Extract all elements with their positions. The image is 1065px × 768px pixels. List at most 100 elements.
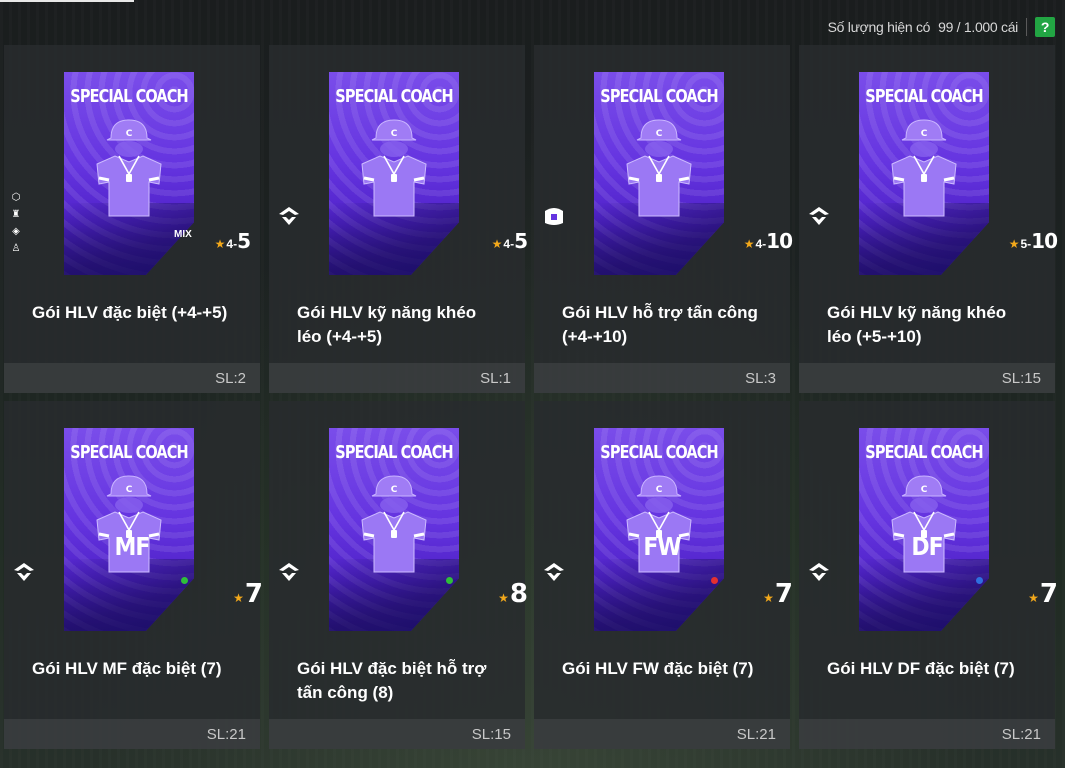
divider bbox=[1026, 18, 1027, 36]
coach-pack-item[interactable]: SPECIAL COACH C MF ★ 7 Gói HLV MF đặc bi… bbox=[4, 401, 263, 749]
pack-quantity: SL:2 bbox=[4, 363, 260, 393]
coach-pack-item[interactable]: SPECIAL COACH C ★ 4 - 10 Gói HLV hỗ trợ … bbox=[534, 45, 793, 393]
pack-name: Gói HLV MF đặc biệt (7) bbox=[32, 659, 222, 678]
level-from: 4 bbox=[503, 237, 511, 251]
card-area: SPECIAL COACH C bbox=[269, 45, 528, 283]
players-icon: ♙ bbox=[11, 242, 21, 254]
coach-pack-item[interactable]: SPECIAL COACH C bbox=[799, 45, 1058, 393]
capacity-label: Số lượng hiện có bbox=[827, 19, 931, 35]
pack-quantity: SL:21 bbox=[799, 719, 1055, 749]
pack-name: Gói HLV FW đặc biệt (7) bbox=[562, 659, 754, 678]
card-title: SPECIAL COACH bbox=[335, 443, 453, 463]
level-to: 7 bbox=[244, 579, 263, 609]
dribble-skill-icon bbox=[275, 202, 303, 230]
level-to: 10 bbox=[1031, 229, 1058, 253]
coach-pack-item[interactable]: SPECIAL COACH C ⬡ ♜ ◈ ♙ MIX ★ 4 - 5 Gói … bbox=[4, 45, 260, 393]
skill-icon-stack: ⬡ ♜ ◈ ♙ bbox=[9, 190, 23, 255]
card-area: SPECIAL COACH C ★ 4 - 10 bbox=[534, 45, 793, 283]
status-dot bbox=[976, 577, 983, 584]
pack-quantity: SL:21 bbox=[534, 719, 790, 749]
attack-support-icon bbox=[540, 202, 568, 230]
shield-icon: ⬡ bbox=[11, 191, 21, 203]
coach-card: SPECIAL COACH C bbox=[64, 72, 194, 275]
card-title: SPECIAL COACH bbox=[865, 87, 983, 107]
svg-text:C: C bbox=[391, 129, 398, 139]
coach-level: ★ 5 - 10 bbox=[1008, 229, 1058, 253]
star-icon: ★ bbox=[743, 237, 755, 251]
level-from: 5 bbox=[1020, 237, 1028, 251]
coach-card: SPECIAL COACH C bbox=[594, 428, 724, 631]
level-from: 4 bbox=[226, 237, 234, 251]
card-title: SPECIAL COACH bbox=[865, 443, 983, 463]
coach-level: ★ 4 - 10 bbox=[743, 229, 793, 253]
card-area: SPECIAL COACH C FW ★ 7 bbox=[534, 401, 793, 639]
pack-name: Gói HLV kỹ năng khéo léo (+5-+10) bbox=[827, 303, 1007, 346]
position-label: FW bbox=[643, 533, 681, 562]
coach-figure-icon: C bbox=[626, 119, 692, 217]
coach-level: ★ 7 bbox=[1028, 579, 1058, 609]
pack-name: Gói HLV kỹ năng khéo léo (+4-+5) bbox=[297, 303, 477, 346]
tab-indicator bbox=[0, 0, 134, 2]
pack-name: Gói HLV đặc biệt (+4-+5) bbox=[32, 303, 228, 322]
pack-quantity: SL:3 bbox=[534, 363, 790, 393]
coach-figure-icon: C bbox=[361, 119, 427, 217]
star-icon: ★ bbox=[491, 237, 503, 251]
pack-name: Gói HLV đặc biệt hỗ trợ tấn công (8) bbox=[297, 659, 487, 702]
level-to: 7 bbox=[774, 579, 793, 609]
card-title: SPECIAL COACH bbox=[600, 87, 718, 107]
level-from: 4 bbox=[755, 237, 763, 251]
status-dot bbox=[711, 577, 718, 584]
card-area: SPECIAL COACH C MF ★ 7 bbox=[4, 401, 263, 639]
dribble-skill-icon bbox=[540, 558, 568, 586]
tower-icon: ♜ bbox=[11, 208, 21, 220]
coach-card: SPECIAL COACH C bbox=[859, 428, 989, 631]
coach-card: SPECIAL COACH C bbox=[329, 72, 459, 275]
help-button[interactable]: ? bbox=[1035, 17, 1055, 37]
svg-text:C: C bbox=[391, 485, 398, 495]
coach-level: ★ 7 bbox=[763, 579, 793, 609]
pack-quantity: SL:21 bbox=[4, 719, 260, 749]
pack-name: Gói HLV hỗ trợ tấn công (+4-+10) bbox=[562, 303, 758, 346]
coach-card: SPECIAL COACH C bbox=[859, 72, 989, 275]
dribble-skill-icon bbox=[10, 558, 38, 586]
coach-figure-icon: C bbox=[96, 119, 162, 217]
star-icon: ★ bbox=[1008, 237, 1020, 251]
pack-quantity: SL:15 bbox=[269, 719, 525, 749]
coach-card: SPECIAL COACH C bbox=[64, 428, 194, 631]
capacity-value: 99 / 1.000 cái bbox=[938, 19, 1018, 35]
position-label: MF bbox=[114, 533, 151, 562]
status-dot bbox=[181, 577, 188, 584]
star-icon: ★ bbox=[1028, 591, 1039, 605]
svg-text:C: C bbox=[126, 485, 133, 495]
star-icon: ★ bbox=[763, 591, 774, 605]
coach-level: ★ 7 bbox=[233, 579, 263, 609]
dribble-skill-icon bbox=[275, 558, 303, 586]
mix-label: MIX bbox=[174, 229, 192, 240]
card-title: SPECIAL COACH bbox=[70, 87, 188, 107]
card-area: SPECIAL COACH C ⬡ ♜ ◈ ♙ MIX ★ 4 - 5 bbox=[4, 45, 260, 283]
svg-text:C: C bbox=[656, 485, 663, 495]
level-to: 7 bbox=[1039, 579, 1058, 609]
svg-text:C: C bbox=[126, 129, 133, 139]
star-icon: ★ bbox=[498, 591, 509, 605]
coach-level: ★ 4 - 5 bbox=[491, 229, 528, 253]
status-dot bbox=[446, 577, 453, 584]
level-to: 10 bbox=[766, 229, 793, 253]
coach-pack-item[interactable]: SPECIAL COACH C bbox=[269, 45, 528, 393]
coach-card: SPECIAL COACH C bbox=[594, 72, 724, 275]
coach-pack-item[interactable]: SPECIAL COACH C FW ★ 7 Gói HLV FW đặc bi… bbox=[534, 401, 793, 749]
card-title: SPECIAL COACH bbox=[600, 443, 718, 463]
coach-pack-item[interactable]: SPECIAL COACH C DF ★ 7 Gói HLV DF đặc bi… bbox=[799, 401, 1058, 749]
dribble-skill-icon bbox=[805, 558, 833, 586]
star-icon: ★ bbox=[233, 591, 244, 605]
pack-quantity: SL:1 bbox=[269, 363, 525, 393]
svg-text:C: C bbox=[921, 485, 928, 495]
card-area: SPECIAL COACH C bbox=[269, 401, 528, 639]
svg-text:C: C bbox=[921, 129, 928, 139]
coach-pack-item[interactable]: SPECIAL COACH C bbox=[269, 401, 528, 749]
coach-level: ★ 4 - 5 bbox=[215, 229, 251, 253]
coach-card: SPECIAL COACH C bbox=[329, 428, 459, 631]
dribble-skill-icon bbox=[805, 202, 833, 230]
pack-name: Gói HLV DF đặc biệt (7) bbox=[827, 659, 1015, 678]
card-area: SPECIAL COACH C DF ★ 7 bbox=[799, 401, 1058, 639]
